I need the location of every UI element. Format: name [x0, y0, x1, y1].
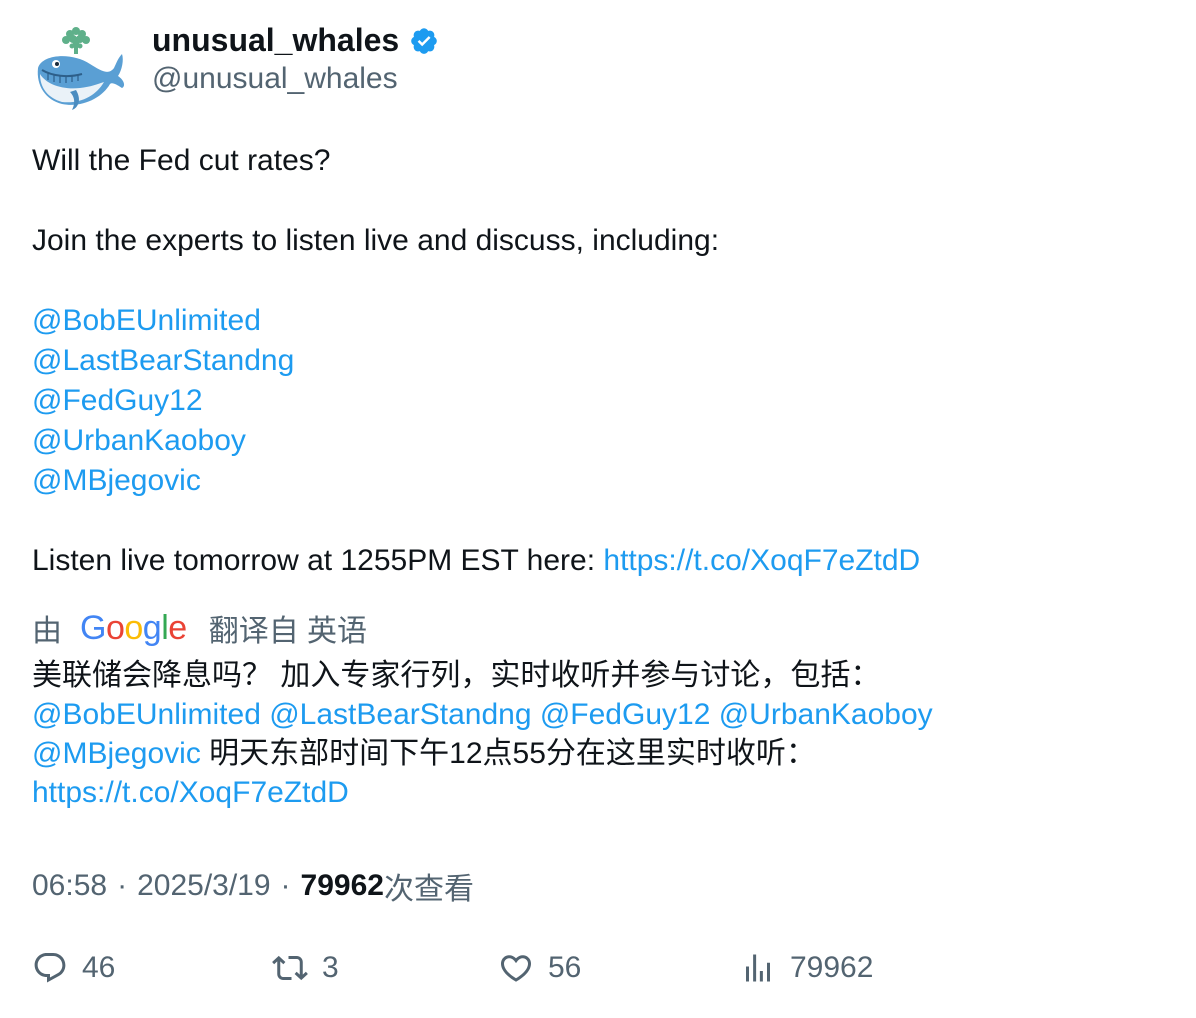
tweet-line: Listen live tomorrow at 1255PM EST here:…: [32, 541, 1162, 581]
mention-link[interactable]: @UrbanKaoboy: [32, 421, 1162, 461]
retweet-count: 3: [322, 951, 339, 984]
verified-badge-icon: [411, 27, 437, 54]
tweet-date[interactable]: 2025/3/19: [137, 869, 270, 903]
tweet-time[interactable]: 06:58: [32, 869, 107, 903]
meta-separator: ·: [117, 869, 128, 902]
mention-link[interactable]: @LastBearStandng: [32, 341, 1162, 381]
tweet-text: Will the Fed cut rates? Join the experts…: [32, 141, 1162, 581]
tweet-line: Join the experts to listen live and disc…: [32, 224, 720, 257]
views-icon: [746, 954, 770, 982]
author-name-row[interactable]: unusual_whales: [152, 22, 439, 59]
translated-line: 美联储会降息吗？ 加入专家行列，实时收听并参与讨论，包括：: [32, 659, 881, 692]
listen-text: Listen live tomorrow at 1255PM EST here:: [32, 544, 604, 577]
like-button[interactable]: 56: [498, 950, 581, 986]
views-total: 79962: [790, 951, 874, 984]
action-bar: 46 3 56 79962: [32, 950, 1172, 994]
tweet-url-link[interactable]: https://t.co/XoqF7eZtdD: [603, 544, 920, 577]
translation-from: 翻译自 英语: [208, 615, 368, 648]
reply-button[interactable]: 46: [32, 950, 115, 986]
like-count: 56: [548, 951, 582, 984]
reply-icon: [34, 953, 66, 983]
translated-text: 美联储会降息吗？ 加入专家行列，实时收听并参与讨论，包括： @BobEUnlim…: [32, 656, 1172, 812]
translated-time-text: 明天东部时间下午12点55分在这里实时收听：: [200, 737, 816, 770]
views-label: 次查看: [383, 873, 474, 906]
views-button[interactable]: 79962: [740, 950, 873, 986]
avatar[interactable]: [32, 24, 126, 114]
mention-link[interactable]: @BobEUnlimited: [32, 301, 1162, 341]
tweet-meta: 06:58 · 2025/3/19 · 79962 次查看: [32, 864, 474, 908]
translated-line: @MBjegovic 明天东部时间下午12点55分在这里实时收听：: [32, 734, 1172, 773]
translated-mentions[interactable]: @BobEUnlimited @LastBearStandng @FedGuy1…: [32, 695, 1172, 734]
translation-attribution: 由 Google 翻译自 英语: [32, 606, 367, 650]
retweet-button[interactable]: 3: [272, 950, 339, 986]
mention-link[interactable]: @FedGuy12: [32, 381, 1162, 421]
google-logo: Google: [80, 608, 187, 647]
meta-separator: ·: [280, 869, 291, 902]
mention-link[interactable]: @MBjegovic: [32, 461, 1162, 501]
translation-by: 由: [32, 615, 62, 648]
author-name[interactable]: unusual_whales: [152, 22, 399, 59]
reply-count: 46: [82, 951, 116, 984]
mention-link[interactable]: @MBjegovic: [32, 737, 201, 770]
retweet-icon: [272, 955, 308, 981]
whale-avatar: [37, 27, 125, 110]
views-count: 79962: [300, 869, 384, 902]
tweet-line: Will the Fed cut rates?: [32, 144, 331, 177]
like-icon: [500, 955, 532, 982]
translated-url-link[interactable]: https://t.co/XoqF7eZtdD: [32, 773, 1172, 812]
author-handle[interactable]: @unusual_whales: [152, 62, 398, 96]
